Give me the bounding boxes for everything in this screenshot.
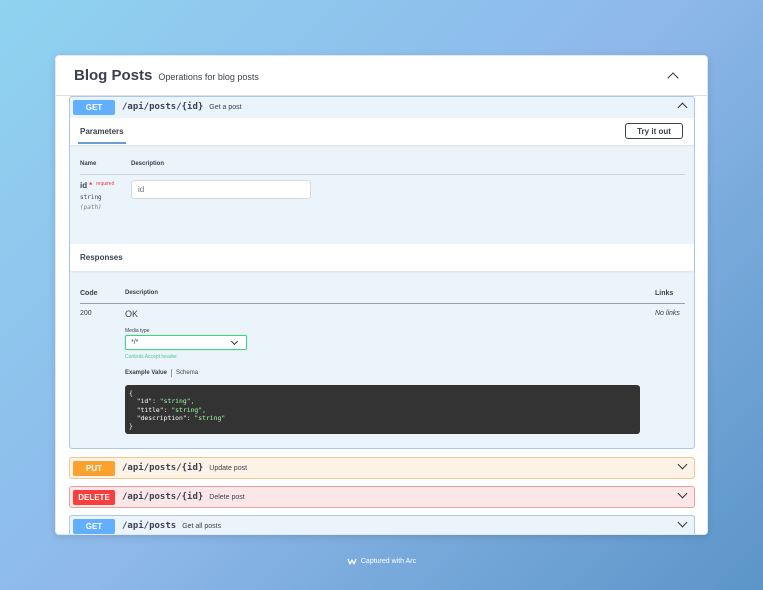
code-line: "id": "string", bbox=[129, 397, 195, 406]
method-badge-get: GET bbox=[73, 518, 115, 534]
operation-delete-post[interactable]: DELETE /api/posts/{id} Delete post bbox=[69, 486, 695, 508]
operation-path: /api/posts/{id} bbox=[122, 492, 204, 502]
chevron-down-icon bbox=[230, 337, 239, 346]
operation-body: Parameters Try it out Name Description i… bbox=[70, 118, 694, 434]
example-tabs: Example Value Schema bbox=[125, 369, 198, 377]
example-value-code: { "id": "string", "title": "string", "de… bbox=[125, 385, 640, 434]
resp-col-links: Links bbox=[655, 290, 674, 297]
tag-header-blog-posts[interactable]: Blog Posts Operations for blog posts bbox=[56, 56, 707, 96]
operation-summary-text: Delete post bbox=[209, 493, 245, 501]
media-type-select[interactable]: */* bbox=[125, 335, 247, 350]
operation-summary-put-post[interactable]: PUT /api/posts/{id} Update post bbox=[70, 458, 694, 478]
method-badge-delete: DELETE bbox=[73, 489, 115, 505]
code-line: } bbox=[129, 422, 133, 431]
tag-description: Operations for blog posts bbox=[158, 71, 259, 82]
response-description: OK bbox=[125, 309, 139, 319]
code-line: { bbox=[129, 389, 133, 397]
response-links: No links bbox=[655, 310, 680, 317]
chevron-up-icon[interactable] bbox=[677, 102, 688, 113]
code-line: "description": "string" bbox=[129, 413, 226, 422]
responses-bar: Responses bbox=[70, 244, 694, 271]
media-type-label: Media type bbox=[125, 328, 150, 334]
param-name-id: id * bbox=[80, 181, 93, 190]
tab-separator bbox=[171, 369, 173, 377]
chevron-down-icon[interactable] bbox=[677, 488, 688, 499]
code-line: "title": "string", bbox=[129, 405, 206, 414]
param-location: (path) bbox=[80, 204, 102, 211]
divider bbox=[80, 174, 685, 175]
operation-summary-text: Get all posts bbox=[182, 522, 222, 530]
tab-schema[interactable]: Schema bbox=[176, 370, 198, 376]
response-code: 200 bbox=[80, 310, 92, 317]
operation-path: /api/posts/{id} bbox=[122, 463, 204, 473]
chevron-down-icon[interactable] bbox=[677, 459, 688, 470]
accept-header-note: Controls Accept header. bbox=[125, 354, 179, 360]
operation-summary-get-all-posts[interactable]: GET /api/posts Get all posts bbox=[70, 516, 694, 534]
tag-title: Blog Posts bbox=[74, 67, 153, 84]
operation-summary-get-post[interactable]: GET /api/posts/{id} Get a post bbox=[70, 97, 694, 117]
tab-parameters[interactable]: Parameters bbox=[78, 127, 126, 144]
tab-example-value[interactable]: Example Value bbox=[125, 370, 167, 376]
method-badge-put: PUT bbox=[73, 460, 115, 476]
id-input[interactable] bbox=[131, 180, 311, 199]
operation-path: /api/posts bbox=[122, 521, 177, 531]
swagger-window: Blog Posts Operations for blog posts GET… bbox=[55, 55, 708, 535]
resp-col-code: Code bbox=[80, 290, 98, 297]
chevron-down-icon[interactable] bbox=[677, 517, 688, 528]
operation-get-all-posts[interactable]: GET /api/posts Get all posts bbox=[69, 515, 695, 534]
capture-footer: Captured with Arc bbox=[0, 556, 763, 566]
method-badge-get: GET bbox=[73, 99, 115, 115]
param-col-description: Description bbox=[131, 161, 165, 167]
responses-title: Responses bbox=[80, 253, 123, 262]
capture-footer-label: Captured with Arc bbox=[360, 557, 417, 565]
operation-path: /api/posts/{id} bbox=[122, 102, 204, 112]
resp-col-description: Description bbox=[125, 290, 159, 296]
param-col-name: Name bbox=[80, 161, 97, 167]
operation-summary-delete-post[interactable]: DELETE /api/posts/{id} Delete post bbox=[70, 487, 694, 507]
operation-put-post[interactable]: PUT /api/posts/{id} Update post bbox=[69, 457, 695, 479]
divider bbox=[80, 303, 685, 304]
arc-logo-icon bbox=[347, 558, 357, 565]
parameters-bar: Parameters Try it out bbox=[70, 118, 694, 145]
try-it-out-button[interactable]: Try it out bbox=[625, 123, 683, 139]
param-type: string bbox=[80, 194, 102, 201]
chevron-up-icon[interactable] bbox=[667, 72, 679, 84]
operation-get-post: GET /api/posts/{id} Get a post Parameter… bbox=[69, 96, 695, 449]
operation-summary-text: Update post bbox=[209, 464, 248, 472]
operation-summary-text: Get a post bbox=[209, 103, 242, 111]
param-required-label: required bbox=[96, 181, 115, 187]
